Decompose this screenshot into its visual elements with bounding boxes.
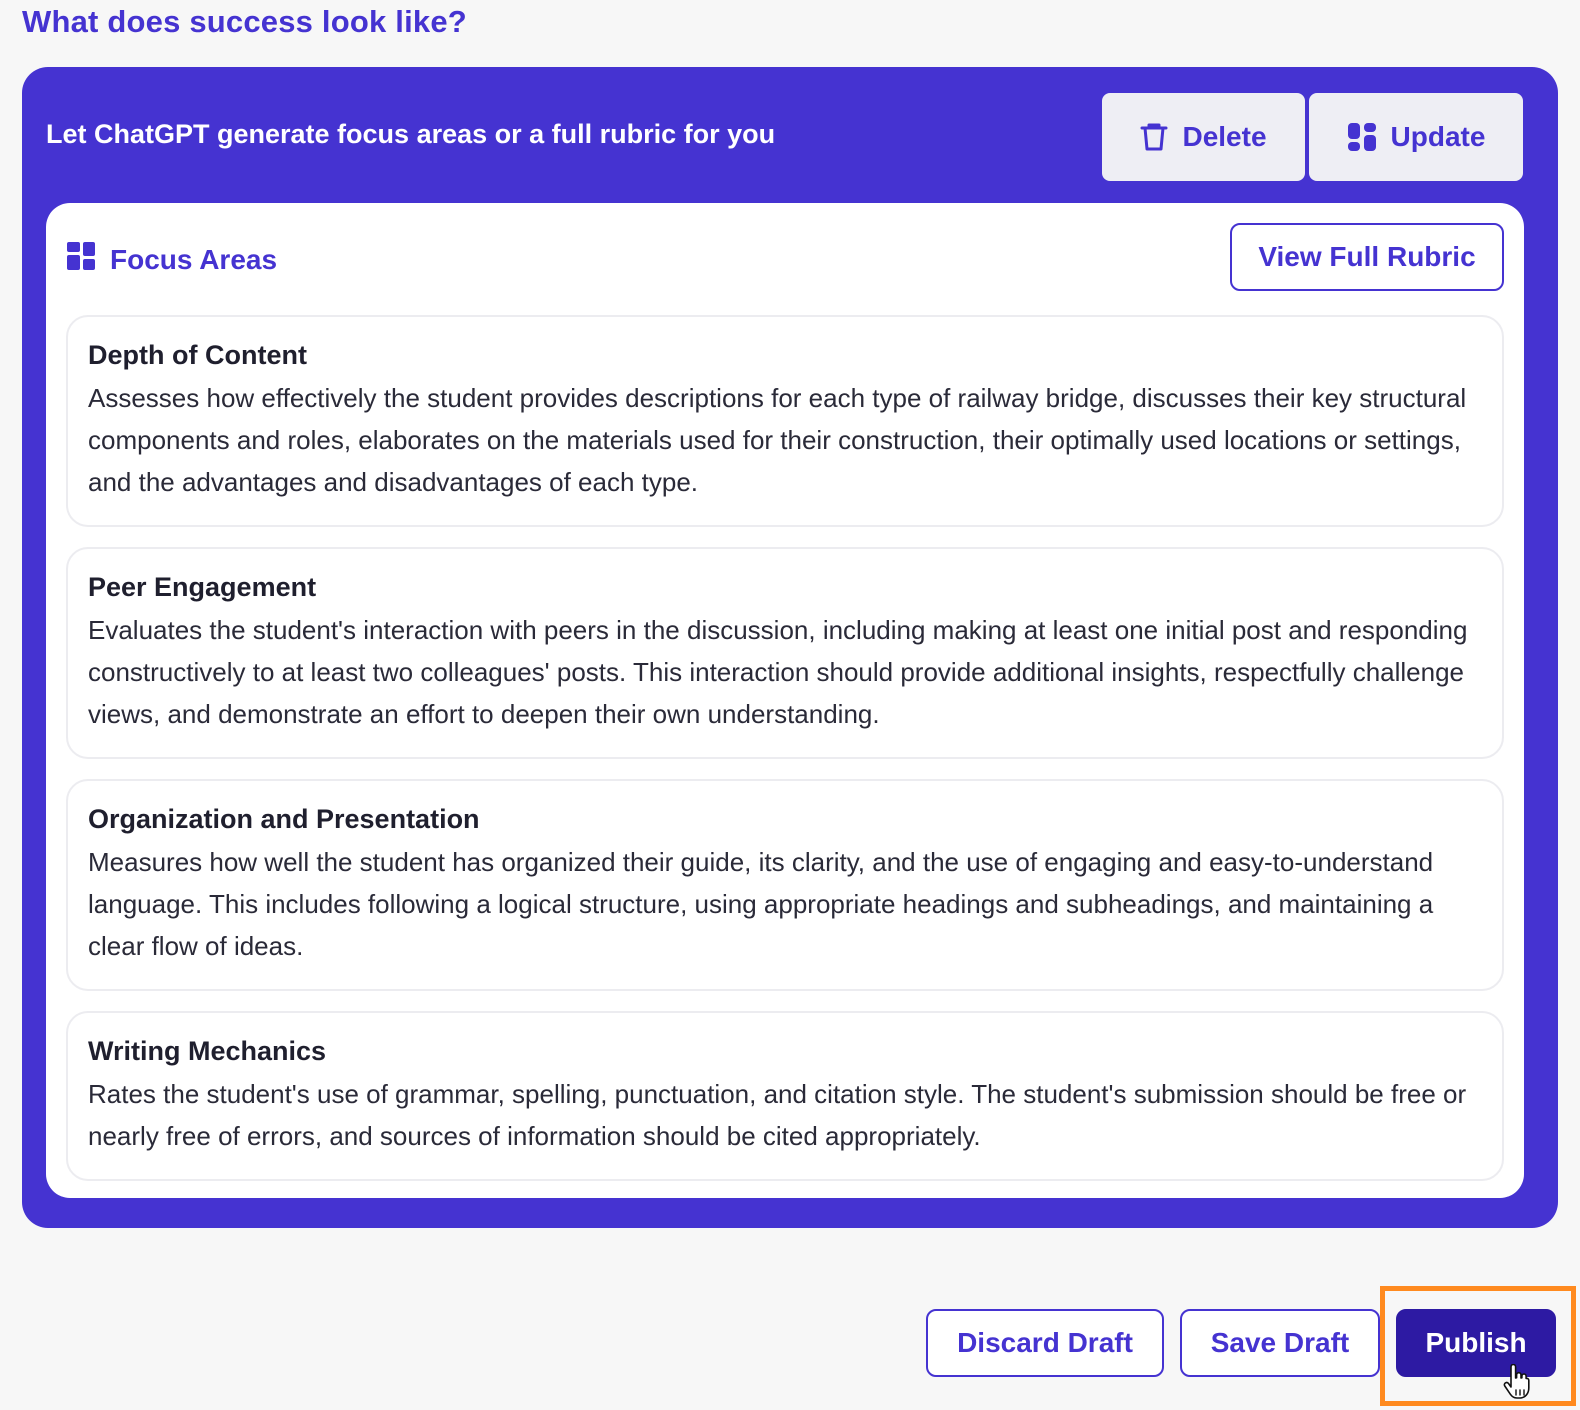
delete-button[interactable]: Delete bbox=[1102, 93, 1305, 181]
focus-areas-heading: Focus Areas bbox=[110, 243, 278, 275]
focus-area-item: Peer Engagement Evaluates the student's … bbox=[66, 547, 1504, 759]
focus-area-title: Peer Engagement bbox=[88, 572, 317, 602]
section-title: What does success look like? bbox=[22, 4, 467, 39]
rubric-panel: Let ChatGPT generate focus areas or a fu… bbox=[22, 67, 1558, 1228]
focus-area-description: Rates the student's use of grammar, spel… bbox=[88, 1079, 1467, 1151]
delete-label: Delete bbox=[1182, 121, 1267, 152]
focus-areas-card: Focus Areas View Full Rubric Depth of Co… bbox=[46, 203, 1524, 1198]
focus-areas-header: Focus Areas bbox=[66, 241, 277, 278]
focus-areas-list: Depth of Content Assesses how effectivel… bbox=[66, 315, 1504, 1201]
publish-highlight bbox=[1380, 1286, 1576, 1406]
hand-pointer-icon bbox=[1502, 1363, 1532, 1405]
save-draft-button[interactable]: Save Draft bbox=[1180, 1309, 1380, 1377]
focus-area-title: Organization and Presentation bbox=[88, 804, 480, 834]
view-full-rubric-button[interactable]: View Full Rubric bbox=[1230, 223, 1504, 291]
page: What does success look like? Let ChatGPT… bbox=[0, 0, 1580, 1410]
focus-area-description: Measures how well the student has organi… bbox=[88, 847, 1434, 961]
focus-area-description: Assesses how effectively the student pro… bbox=[88, 383, 1467, 497]
focus-area-item: Writing Mechanics Rates the student's us… bbox=[66, 1011, 1504, 1181]
grid-icon bbox=[66, 241, 96, 278]
layout-icon bbox=[1347, 122, 1377, 152]
discard-draft-button[interactable]: Discard Draft bbox=[926, 1309, 1164, 1377]
update-button[interactable]: Update bbox=[1309, 93, 1523, 181]
trash-icon bbox=[1140, 122, 1168, 152]
focus-area-description: Evaluates the student's interaction with… bbox=[88, 615, 1468, 729]
focus-area-title: Depth of Content bbox=[88, 340, 307, 370]
focus-area-item: Depth of Content Assesses how effectivel… bbox=[66, 315, 1504, 527]
panel-header-text: Let ChatGPT generate focus areas or a fu… bbox=[46, 119, 776, 149]
focus-area-title: Writing Mechanics bbox=[88, 1036, 327, 1066]
update-label: Update bbox=[1390, 121, 1486, 152]
focus-area-item: Organization and Presentation Measures h… bbox=[66, 779, 1504, 991]
